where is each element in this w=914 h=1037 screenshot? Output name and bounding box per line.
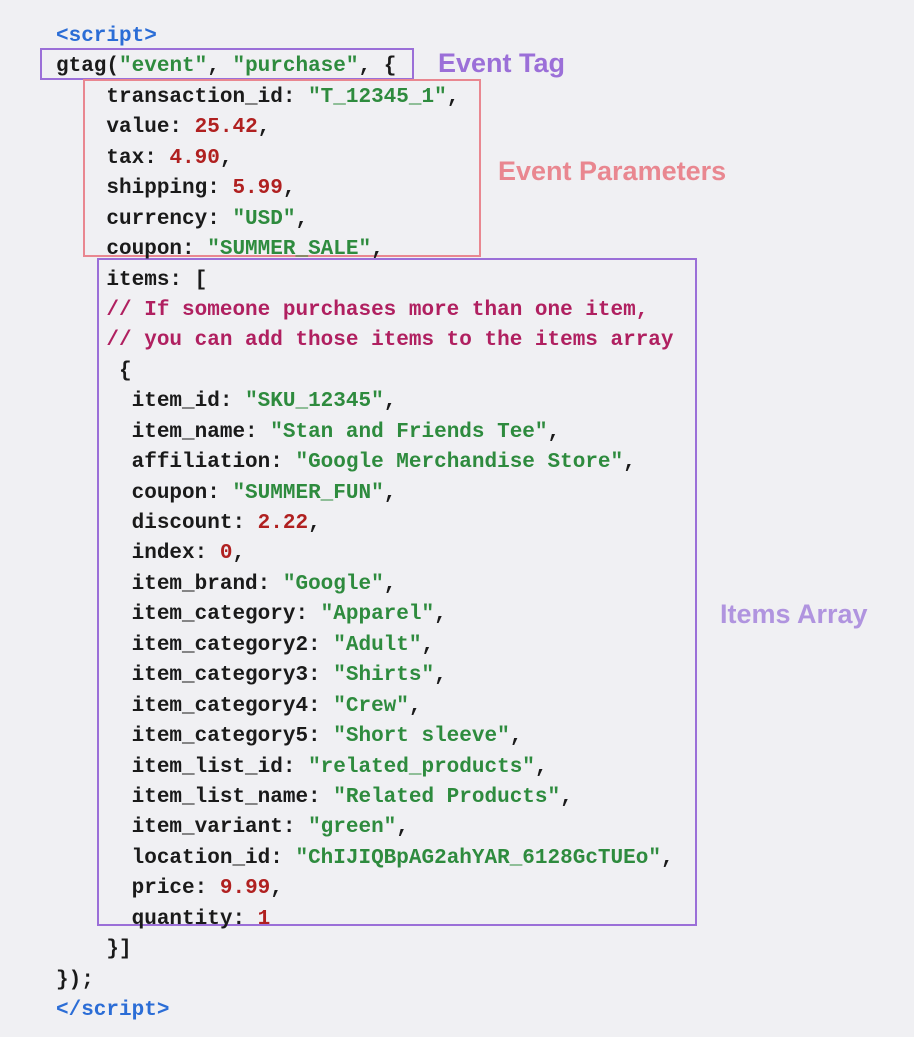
code-line: item_category3: "Shirts", [56,661,874,691]
code-line: { [56,357,874,387]
code-line: price: 9.99, [56,874,874,904]
code-line: tax: 4.90, [56,144,874,174]
code-line: index: 0, [56,539,874,569]
code-line: item_category: "Apparel", [56,600,874,630]
code-line: coupon: "SUMMER_FUN", [56,479,874,509]
code-line: discount: 2.22, [56,509,874,539]
code-line: </script> [56,996,874,1026]
code-line: shipping: 5.99, [56,174,874,204]
gtag-arg2: "purchase" [232,55,358,78]
script-close: </script> [56,999,169,1022]
code-line: item_name: "Stan and Friends Tee", [56,418,874,448]
code-line: location_id: "ChIJIQBpAG2ahYAR_6128GcTUE… [56,844,874,874]
gtag-func: gtag [56,55,106,78]
code-line: item_category2: "Adult", [56,631,874,661]
code-line: currency: "USD", [56,205,874,235]
script-open: <script> [56,25,157,48]
code-line: item_brand: "Google", [56,570,874,600]
code-line: value: 25.42, [56,113,874,143]
code-line: quantity: 1 [56,905,874,935]
code-line: gtag("event", "purchase", { [56,52,874,82]
code-line: item_list_id: "related_products", [56,753,874,783]
code-line: }] [56,935,874,965]
code-line: item_id: "SKU_12345", [56,387,874,417]
code-line: item_category4: "Crew", [56,692,874,722]
code-block: Event Tag Event Parameters Items Array <… [56,22,874,1026]
code-line: item_list_name: "Related Products", [56,783,874,813]
code-line: item_variant: "green", [56,813,874,843]
code-line: // you can add those items to the items … [56,326,874,356]
code-line: <script> [56,22,874,52]
code-line: }); [56,966,874,996]
code-line: transaction_id: "T_12345_1", [56,83,874,113]
gtag-arg1: "event" [119,55,207,78]
code-line: item_category5: "Short sleeve", [56,722,874,752]
code-line: affiliation: "Google Merchandise Store", [56,448,874,478]
code-line: coupon: "SUMMER_SALE", [56,235,874,265]
code-line: // If someone purchases more than one it… [56,296,874,326]
code-line: items: [ [56,266,874,296]
